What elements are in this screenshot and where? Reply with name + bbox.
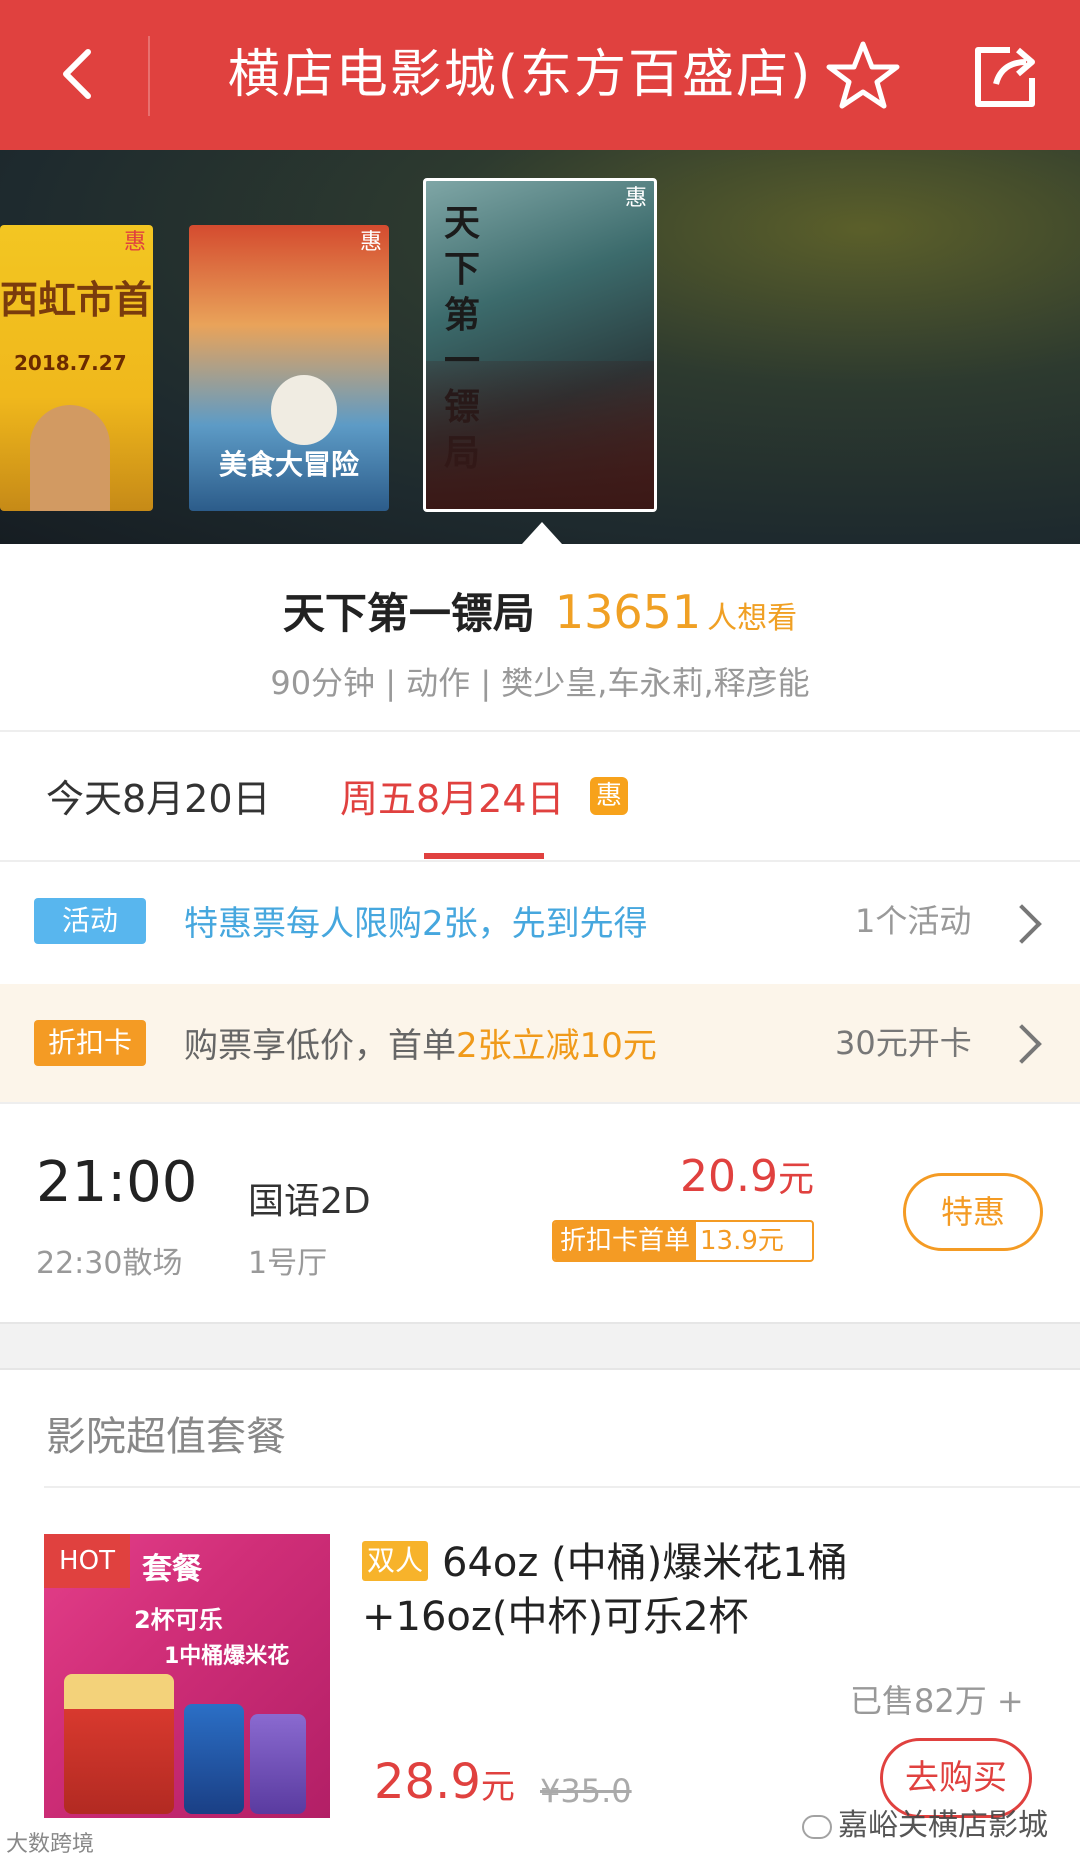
- star-icon[interactable]: [825, 38, 901, 114]
- divider: [0, 1102, 1080, 1104]
- selected-caret: [522, 522, 562, 544]
- poster-date: 2018.7.27: [14, 351, 127, 375]
- discount-card-tag: 折扣卡: [34, 1020, 146, 1066]
- special-offer-button[interactable]: 特惠: [903, 1173, 1043, 1251]
- showtime-start: 21:00: [36, 1150, 198, 1215]
- wechat-icon: [802, 1814, 832, 1839]
- discount-badge: 惠: [590, 777, 628, 815]
- discount-badge: 惠: [624, 186, 647, 211]
- tab-active-indicator: [424, 853, 544, 859]
- combo-image-title: 套餐: [142, 1552, 202, 1587]
- showtime-hall: 1号厅: [248, 1246, 328, 1281]
- combo-image-line1: 2杯可乐: [134, 1606, 223, 1634]
- popcorn-bucket: [64, 1674, 174, 1814]
- combo-image-line2: 1中桶爆米花: [164, 1644, 290, 1669]
- share-icon[interactable]: [970, 42, 1042, 110]
- activity-text: 特惠票每人限购2张，先到先得: [184, 904, 648, 944]
- page-title: 横店电影城(东方百盛店): [227, 45, 813, 105]
- discount-badge: 惠: [123, 230, 146, 255]
- showtime-end: 22:30散场: [36, 1246, 183, 1281]
- cola-cup: [250, 1714, 306, 1814]
- combo-sold-count: 已售82万 +: [850, 1682, 1024, 1720]
- combo-name-line1: 64oz (中桶)爆米花1桶: [442, 1540, 848, 1586]
- activity-count: 1个活动: [855, 902, 972, 940]
- app-header: 横店电影城(东方百盛店): [0, 0, 1080, 150]
- discount-card-row[interactable]: 折扣卡 购票享低价，首单2张立减10元 30元开卡: [0, 984, 1080, 1102]
- poster-xihongshi[interactable]: 惠 西虹市首富 2018.7.27: [0, 225, 153, 511]
- showtime-language: 国语2D: [248, 1181, 371, 1222]
- poster-tianxia-selected[interactable]: 惠 天下第一镖局: [423, 178, 657, 512]
- combo-price: 28.9元: [374, 1754, 515, 1810]
- poster-title: 美食大冒险: [219, 448, 360, 481]
- poster-carousel[interactable]: 惠 西虹市首富 2018.7.27 惠 美食大冒险 惠 天下第一镖局: [0, 150, 1080, 544]
- combo-tag: 双人: [362, 1541, 428, 1581]
- poster-figures: [426, 361, 654, 509]
- section-gap: [0, 1322, 1080, 1370]
- activity-row[interactable]: 活动 特惠票每人限购2张，先到先得 1个活动: [0, 862, 1080, 982]
- activity-tag: 活动: [34, 898, 146, 944]
- poster-meishi[interactable]: 惠 美食大冒险: [189, 225, 389, 511]
- card-first-order-badge: 折扣卡首单 13.9元: [552, 1220, 814, 1262]
- discount-card-price: 30元开卡: [835, 1024, 972, 1062]
- screen: 横店电影城(东方百盛店) 惠 西虹市首富 2018.7.27 惠 美食大冒险 惠…: [0, 0, 1080, 1860]
- watermark-left: 大数跨境: [6, 1832, 95, 1857]
- discount-badge: 惠: [359, 230, 382, 255]
- showtime-price: 20.9元: [680, 1151, 814, 1202]
- movie-title-row: 天下第一镖局 13651 人想看: [0, 584, 1080, 647]
- combo-image[interactable]: HOT 套餐 2杯可乐 1中桶爆米花: [44, 1534, 330, 1818]
- poster-title: 西虹市首富: [0, 278, 153, 322]
- want-count: 13651: [554, 585, 702, 639]
- movie-meta: 90分钟 | 动作 | 樊少皇,车永莉,释彦能: [270, 664, 810, 702]
- tab-today[interactable]: 今天8月20日: [46, 774, 271, 824]
- watermark-wechat: 嘉峪关横店影城: [802, 1800, 1048, 1844]
- cola-cup: [184, 1704, 244, 1814]
- poster-figure: [30, 405, 110, 511]
- movie-title: 天下第一镖局: [282, 589, 535, 638]
- chevron-right-icon: [1002, 904, 1042, 944]
- hot-badge: HOT: [44, 1534, 130, 1588]
- tab-friday[interactable]: 周五8月24日: [340, 774, 565, 824]
- discount-card-text: 购票享低价，首单2张立减10元: [184, 1026, 657, 1066]
- divider: [44, 1486, 1080, 1488]
- divider: [0, 730, 1080, 732]
- chevron-right-icon: [1002, 1024, 1042, 1064]
- combo-name-line2: +16oz(中杯)可乐2杯: [362, 1594, 749, 1640]
- combo-section-title: 影院超值套餐: [46, 1414, 286, 1460]
- combo-original-price: ¥35.0: [540, 1772, 632, 1810]
- poster-character: [271, 375, 337, 445]
- want-label: 人想看: [707, 601, 798, 636]
